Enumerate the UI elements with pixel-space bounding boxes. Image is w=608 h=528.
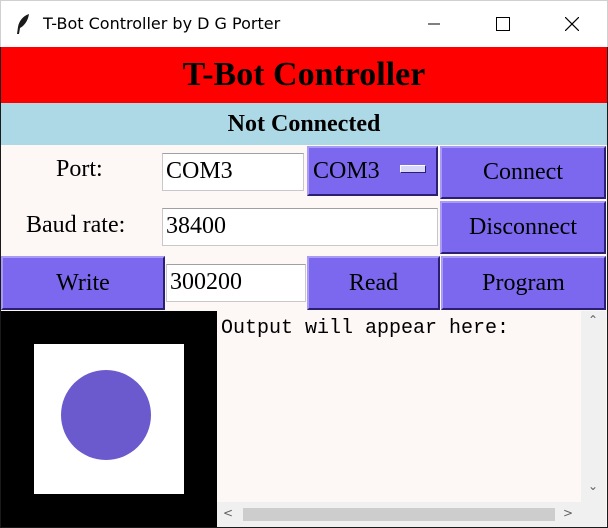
port-select-value: COM3 bbox=[313, 157, 380, 184]
close-icon bbox=[565, 17, 579, 31]
horizontal-scrollbar[interactable]: < > bbox=[217, 502, 581, 527]
feather-icon bbox=[15, 13, 31, 35]
disconnect-button[interactable]: Disconnect bbox=[440, 201, 606, 254]
maximize-icon bbox=[496, 17, 510, 31]
program-button[interactable]: Program bbox=[441, 256, 606, 310]
baud-label: Baud rate: bbox=[26, 212, 126, 238]
write-button[interactable]: Write bbox=[1, 256, 165, 310]
title-bar: T-Bot Controller by D G Porter bbox=[0, 0, 608, 47]
minimize-button[interactable] bbox=[411, 1, 457, 47]
scroll-down-icon[interactable]: ⌄ bbox=[588, 479, 598, 493]
dropdown-indicator-icon bbox=[400, 165, 426, 173]
robot-canvas bbox=[1, 311, 217, 527]
banner-title: T-Bot Controller bbox=[182, 56, 426, 93]
write-value-input[interactable]: 300200 bbox=[166, 264, 306, 302]
horizontal-scroll-thumb[interactable] bbox=[243, 508, 555, 521]
scroll-left-icon[interactable]: < bbox=[223, 506, 233, 520]
connect-button[interactable]: Connect bbox=[440, 146, 606, 199]
scroll-corner bbox=[581, 502, 606, 527]
port-label: Port: bbox=[56, 156, 103, 182]
close-button[interactable] bbox=[549, 1, 595, 47]
maximize-button[interactable] bbox=[480, 1, 526, 47]
minimize-icon bbox=[428, 23, 440, 25]
scroll-right-icon[interactable]: > bbox=[563, 506, 573, 520]
status-text: Not Connected bbox=[227, 110, 381, 137]
output-text[interactable]: Output will appear here: bbox=[217, 311, 581, 502]
vertical-scrollbar[interactable]: ⌃ ⌄ bbox=[581, 311, 606, 502]
scroll-up-icon[interactable]: ⌃ bbox=[588, 313, 598, 327]
port-select[interactable]: COM3 bbox=[307, 146, 438, 196]
robot-ball bbox=[61, 370, 151, 460]
port-input[interactable]: COM3 bbox=[162, 153, 304, 191]
read-button[interactable]: Read bbox=[307, 256, 440, 310]
baud-input[interactable]: 38400 bbox=[162, 208, 438, 246]
connection-status: Not Connected bbox=[1, 103, 607, 145]
app-banner: T-Bot Controller bbox=[1, 47, 607, 103]
window-title: T-Bot Controller by D G Porter bbox=[43, 14, 281, 33]
